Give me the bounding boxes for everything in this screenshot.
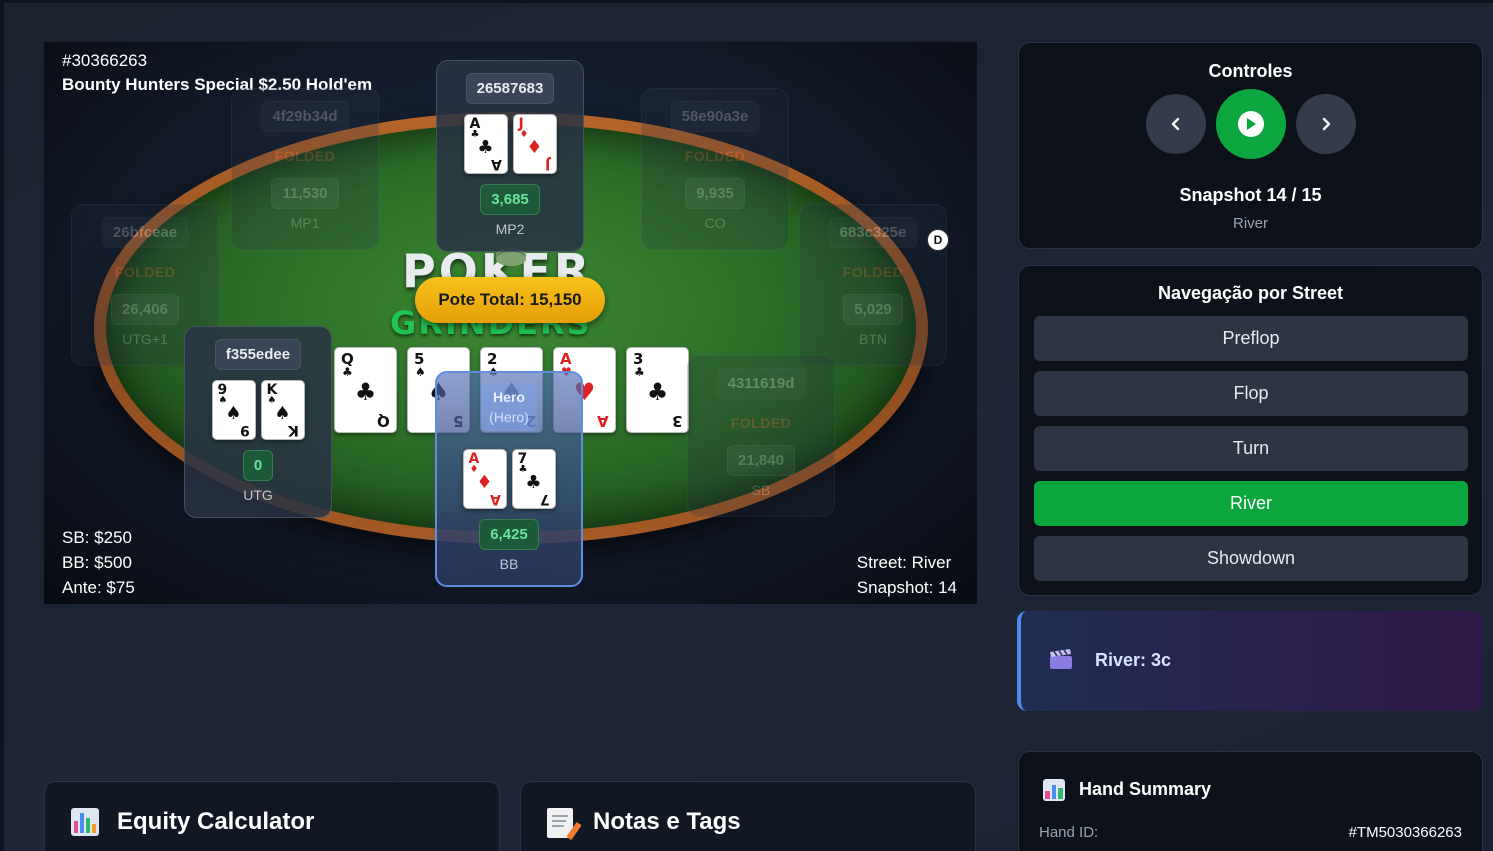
equity-calculator-title: Equity Calculator <box>117 808 315 835</box>
hero-sub: (Hero) <box>489 409 529 425</box>
stack-amount: 9,935 <box>685 178 745 209</box>
stack-amount: 0 <box>242 450 274 481</box>
hole-cards: 9 ♠ ♠ 9 K ♠ ♠ K <box>211 380 305 440</box>
seat-mp1[interactable]: 4f29b34d FOLDED 11,530 MP1 <box>231 88 379 250</box>
dealer-button: D <box>927 229 949 251</box>
blinds-info: SB: $250 BB: $500 Ante: $75 <box>62 525 135 600</box>
seat-co[interactable]: 58e90a3e FOLDED 9,935 CO <box>641 88 789 250</box>
player-name: 26587683 <box>465 73 555 104</box>
street-button-showdown[interactable]: Showdown <box>1034 536 1468 581</box>
seat-utg[interactable]: f355edee 9 ♠ ♠ 9 K ♠ ♠ K 0 UTG <box>184 326 332 518</box>
chevron-right-icon <box>1322 117 1330 131</box>
street-nav-title: Navegação por Street <box>1157 283 1344 303</box>
seat-hero[interactable]: Hero (Hero) A ♦ ♦ A 7 ♣ ♣ 7 6,425 BB <box>435 371 583 587</box>
ante: Ante: $75 <box>62 578 135 597</box>
chip-stack <box>496 252 526 266</box>
poker-table: POKER GRINDERS #30366263 Bounty Hunters … <box>44 42 977 604</box>
chevron-left-icon <box>1171 117 1179 131</box>
hole-card: A ♦ ♦ A <box>462 449 507 509</box>
position-label: BTN <box>859 331 887 347</box>
folded-label: FOLDED <box>842 264 904 280</box>
hand-summary-panel: Hand Summary Hand ID: #TM5030366263 <box>1018 751 1483 851</box>
current-action-banner: River: 3c <box>1017 611 1483 711</box>
player-name: 683c325e <box>828 217 918 248</box>
folded-label: FOLDED <box>274 148 336 164</box>
player-name: 26bfceae <box>101 217 189 248</box>
folded-label: FOLDED <box>114 264 176 280</box>
hero-badge: Hero (Hero) <box>481 383 537 431</box>
position-label: UTG <box>243 487 273 503</box>
position-label: CO <box>704 215 726 231</box>
next-button[interactable] <box>1295 94 1356 154</box>
controls-title: Controles <box>1208 61 1293 81</box>
snapshot-street: River <box>1232 215 1268 232</box>
player-name: 58e90a3e <box>670 101 760 132</box>
hero-name: Hero <box>493 389 525 405</box>
street-navigation-panel: Navegação por Street Preflop Flop Turn R… <box>1018 265 1483 596</box>
hole-card: 9 ♠ ♠ 9 <box>211 380 256 440</box>
bar-chart-icon <box>71 808 99 836</box>
playback-controls <box>1019 89 1482 159</box>
hand-id-value: #TM5030366263 <box>1348 824 1462 841</box>
hand-id: #30366263 <box>62 51 148 70</box>
current-street: Street: River <box>856 553 952 572</box>
bar-chart-icon <box>1043 779 1065 801</box>
controls-panel: Controles Snapshot 14 / 15 River <box>1018 42 1483 249</box>
position-label: MP2 <box>495 221 525 237</box>
action-text: River: 3c <box>1095 650 1172 670</box>
hole-card: 7 ♣ ♣ 7 <box>511 449 556 509</box>
current-snapshot: Snapshot: 14 <box>856 578 957 597</box>
stack-amount: 11,530 <box>271 178 339 209</box>
position-label: SB <box>751 482 771 498</box>
snapshot-counter: Snapshot 14 / 15 <box>1179 185 1322 205</box>
hole-cards: A ♦ ♦ A 7 ♣ ♣ 7 <box>462 449 556 509</box>
notes-tags-panel: Notas e Tags <box>520 781 976 851</box>
position-label: BB <box>499 556 519 572</box>
hand-id-label: Hand ID: <box>1039 824 1099 841</box>
street-button-turn[interactable]: Turn <box>1034 426 1468 471</box>
play-button[interactable] <box>1215 89 1286 159</box>
street-button-preflop[interactable]: Preflop <box>1034 316 1468 361</box>
position-label: UTG+1 <box>122 331 168 347</box>
hand-summary-title: Hand Summary <box>1079 779 1212 799</box>
big-blind: BB: $500 <box>62 553 132 572</box>
player-name: f355edee <box>214 339 302 370</box>
stack-amount: 26,406 <box>111 294 179 325</box>
seat-mp2[interactable]: 26587683 A ♣ ♣ A J ♦ ♦ J 3,685 MP2 <box>436 60 584 252</box>
clapperboard-icon <box>1050 649 1072 669</box>
board-card: 3 ♣ ♣ 3 <box>626 347 689 433</box>
play-icon <box>1237 111 1264 137</box>
stack-amount: 6,425 <box>479 519 539 550</box>
folded-label: FOLDED <box>730 415 792 431</box>
memo-icon <box>547 808 582 841</box>
pot-total: Pote Total: 15,150 <box>415 277 605 323</box>
street-info: Street: River Snapshot: 14 <box>857 550 957 600</box>
small-blind: SB: $250 <box>62 528 132 547</box>
stack-amount: 21,840 <box>727 445 795 476</box>
previous-button[interactable] <box>1145 94 1206 154</box>
folded-label: FOLDED <box>684 148 746 164</box>
stack-amount: 5,029 <box>843 294 903 325</box>
player-name: 4311619d <box>716 368 806 399</box>
hole-card: K ♠ ♠ K <box>260 380 305 440</box>
street-button-flop[interactable]: Flop <box>1034 371 1468 416</box>
stack-amount: 3,685 <box>480 184 540 215</box>
player-name: 4f29b34d <box>261 101 349 132</box>
hole-card: J ♦ ♦ J <box>512 114 557 174</box>
hole-cards: A ♣ ♣ A J ♦ ♦ J <box>463 114 557 174</box>
position-label: MP1 <box>290 215 320 231</box>
seat-btn[interactable]: 683c325e FOLDED 5,029 BTN <box>799 204 947 366</box>
equity-calculator-panel: Equity Calculator <box>44 781 500 851</box>
street-button-river[interactable]: River <box>1034 481 1468 526</box>
notes-tags-title: Notas e Tags <box>593 808 741 835</box>
hole-card: A ♣ ♣ A <box>463 114 508 174</box>
seat-sb[interactable]: 4311619d FOLDED 21,840 SB <box>687 355 835 517</box>
board-card: Q ♣ ♣ Q <box>334 347 397 433</box>
